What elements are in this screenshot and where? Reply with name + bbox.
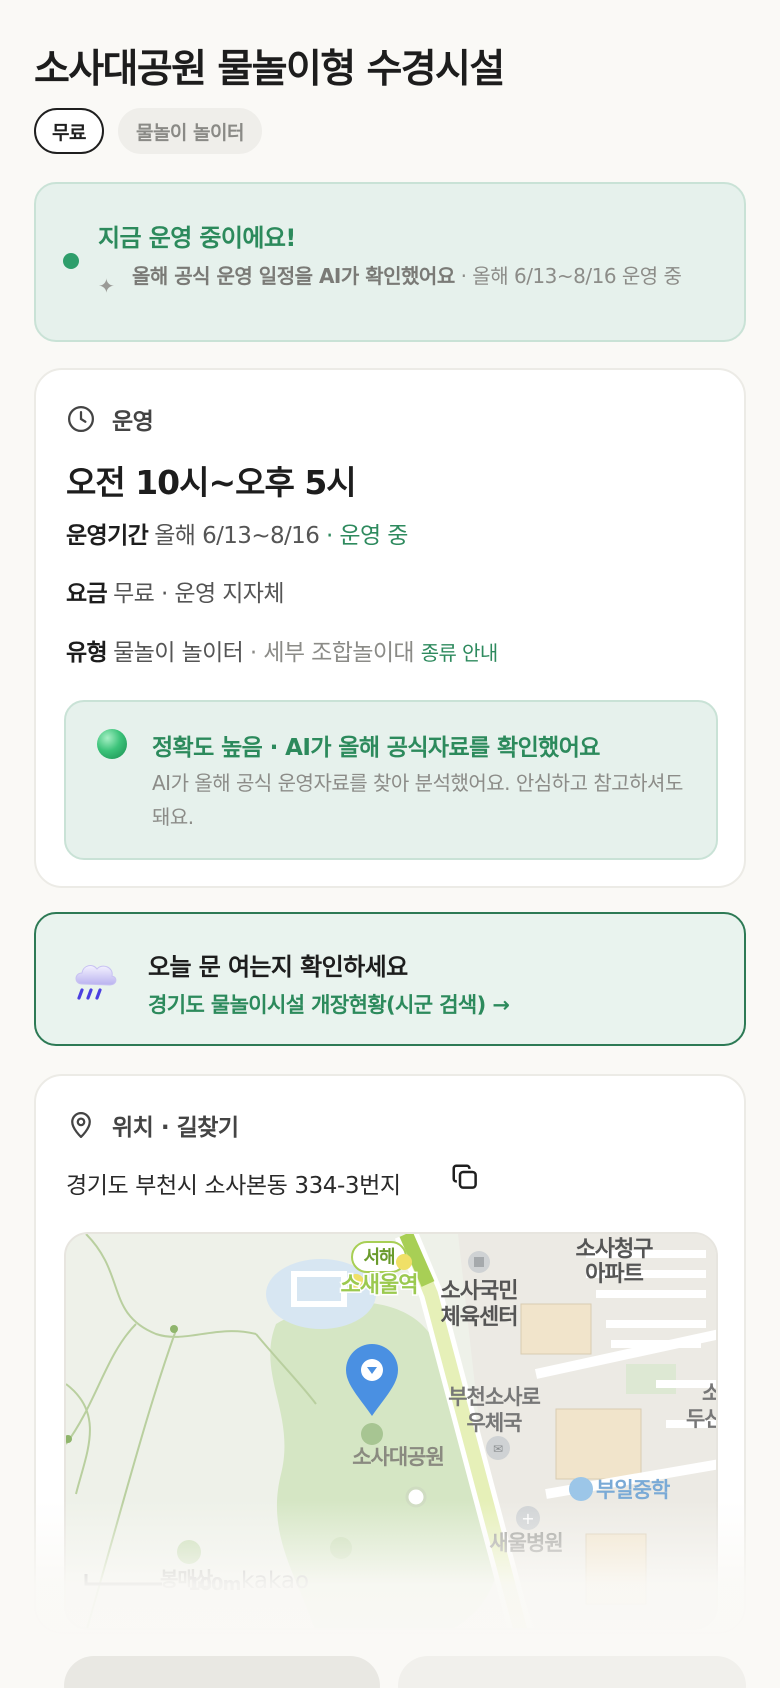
map-label-hospital: 새울병원 [489, 1531, 562, 1555]
location-label: 위치 · 길찾기 [112, 1115, 239, 1141]
fee-row: 요금 무료 · 운영 지자체 [66, 574, 284, 608]
map-label-sports: 소사국민 [441, 1279, 518, 1304]
type-row: 유형 물놀이 놀이터 · 세부 조합놀이대 종류 안내 [66, 633, 498, 667]
period-row: 운영기간 올해 6/13~8/16 · 운영 중 [66, 516, 408, 550]
open-check-title: 오늘 문 여는지 확인하세요 [148, 953, 408, 981]
tag-chips: 무료 물놀이 놀이터 [34, 108, 262, 154]
type-value: 물놀이 놀이터 [113, 640, 244, 666]
chip-water-playground[interactable]: 물놀이 놀이터 [117, 108, 262, 154]
map-label-post: 부천소사로 [448, 1385, 540, 1409]
operation-label: 운영 [112, 409, 154, 435]
status-desc-rest: · 올해 6/13~8/16 운영 중 [454, 264, 682, 288]
status-desc-bold: 올해 공식 운영 일정을 AI가 확인했어요 [132, 264, 455, 288]
map-label-post2: 우체국 [467, 1411, 523, 1435]
bottom-button-ghost-right[interactable] [398, 1656, 746, 1688]
facility-detail-page: 소사대공원 물놀이형 수경시설 무료 물놀이 놀이터 지금 운영 중이에요! ✦… [0, 0, 780, 1688]
map-label-apt: 소사청구 [576, 1237, 654, 1262]
status-dot [63, 253, 79, 269]
fee-value: 무료 · 운영 지자체 [113, 581, 284, 607]
map-label-sports2: 체육센터 [441, 1305, 518, 1330]
operating-hours: 오전 10시~오후 5시 [66, 463, 357, 502]
map-label-line: 서해 [363, 1247, 395, 1268]
svg-text:+: + [521, 1509, 534, 1528]
type-label: 유형 [66, 640, 108, 666]
accuracy-box: 정확도 높음 · AI가 올해 공식자료를 확인했어요 AI가 올해 공식 운영… [64, 700, 718, 860]
bottom-button-ghost-left[interactable] [64, 1656, 380, 1688]
svg-text:✉: ✉ [493, 1442, 503, 1456]
fee-label: 요금 [66, 581, 108, 607]
sparkle-icon: ✦ [98, 274, 115, 298]
map-brand-logo: kakao [241, 1568, 309, 1594]
rain-cloud-icon [75, 965, 117, 1000]
location-pin-icon [71, 1112, 91, 1138]
status-card: 지금 운영 중이에요! ✦ 올해 공식 운영 일정을 AI가 확인했어요 · 올… [34, 182, 746, 342]
period-status: · 운영 중 [319, 523, 408, 549]
period-value: 올해 6/13~8/16 [154, 523, 320, 549]
accuracy-description: AI가 올해 공식 운영자료를 찾아 분석했어요. 안심하고 참고하셔도 돼요. [152, 771, 683, 829]
map-label-edge1: 소 [702, 1381, 718, 1405]
map-scale-label: 100m [188, 1574, 241, 1595]
operation-section-head: 운영 [66, 402, 154, 436]
status-description: 올해 공식 운영 일정을 AI가 확인했어요 · 올해 6/13~8/16 운영… [132, 262, 732, 291]
chip-free[interactable]: 무료 [34, 108, 104, 154]
map-label-station: 소새울역 [341, 1273, 418, 1298]
open-check-card[interactable]: 오늘 문 여는지 확인하세요 경기도 물놀이시설 개장현황(시군 검색) → [34, 912, 746, 1046]
period-label: 운영기간 [66, 523, 149, 549]
operation-card: 운영 오전 10시~오후 5시 운영기간 올해 6/13~8/16 · 운영 중 … [34, 368, 746, 888]
status-title: 지금 운영 중이에요! [98, 224, 296, 252]
page-title: 소사대공원 물놀이형 수경시설 [34, 47, 505, 92]
address-text: 경기도 부천시 소사본동 334-3번지 [66, 1173, 401, 1199]
map-canvas[interactable]: ✉ + 서해 소새울역 소사국민 체육센터 소사청구 아파트 부천소사로 우체국… [66, 1234, 718, 1630]
map-label-school: 부일중학 [596, 1478, 670, 1502]
open-status-link[interactable]: 경기도 물놀이시설 개장현황(시군 검색) → [148, 989, 510, 1019]
accuracy-orb-icon [97, 729, 127, 759]
map-label-park: 소사대공원 [352, 1445, 444, 1469]
location-section-head: 위치 · 길찾기 [66, 1108, 239, 1142]
map-label-apt2: 아파트 [585, 1262, 643, 1287]
copy-icon[interactable] [450, 1162, 480, 1192]
clock-icon [68, 406, 94, 432]
type-detail: · 세부 조합놀이대 [243, 640, 415, 666]
accuracy-title: 정확도 높음 · AI가 올해 공식자료를 확인했어요 [152, 735, 600, 761]
type-guide-link[interactable]: 종류 안내 [421, 641, 499, 665]
location-card: 위치 · 길찾기 경기도 부천시 소사본동 334-3번지 ✉ + 서해 소새울… [34, 1074, 746, 1634]
map-view[interactable]: ✉ + 서해 소새울역 소사국민 체육센터 소사청구 아파트 부천소사로 우체국… [64, 1232, 718, 1630]
map-label-edge2: 두산 [686, 1407, 718, 1431]
